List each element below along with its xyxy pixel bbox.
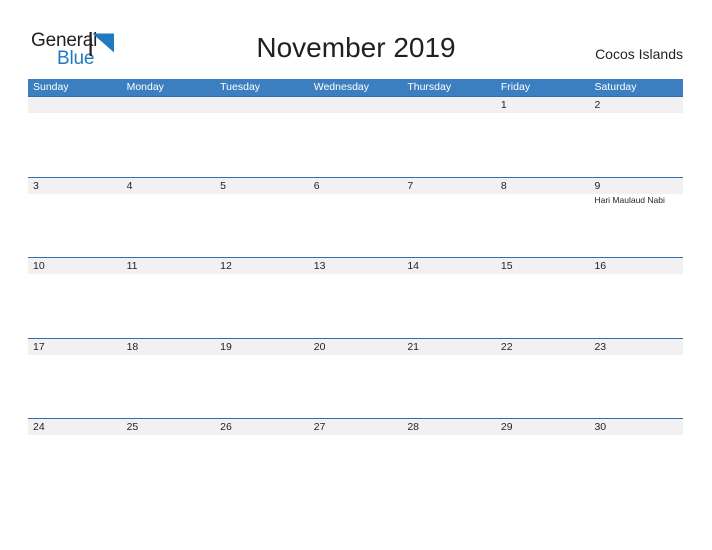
day-cell[interactable] xyxy=(589,113,683,175)
week-number-band: 10 11 12 13 14 15 16 xyxy=(28,258,683,274)
day-number[interactable] xyxy=(215,97,309,113)
dow-wednesday: Wednesday xyxy=(313,81,369,93)
week-event-band xyxy=(28,113,683,175)
day-cell[interactable] xyxy=(496,194,590,256)
day-cell[interactable] xyxy=(122,194,216,256)
day-cell[interactable] xyxy=(309,274,403,336)
day-cell[interactable] xyxy=(402,113,496,175)
day-number[interactable] xyxy=(402,97,496,113)
day-cell[interactable] xyxy=(309,113,403,175)
day-cell[interactable] xyxy=(28,355,122,417)
week-event-band: Hari Maulaud Nabi xyxy=(28,193,683,256)
day-cell[interactable] xyxy=(309,355,403,417)
day-cell[interactable] xyxy=(28,113,122,175)
region-label: Cocos Islands xyxy=(595,46,683,62)
day-cell[interactable] xyxy=(496,435,590,497)
day-cell[interactable] xyxy=(589,435,683,497)
day-number[interactable]: 5 xyxy=(215,178,309,194)
day-number[interactable]: 7 xyxy=(402,178,496,194)
day-cell[interactable] xyxy=(122,355,216,417)
day-event: Hari Maulaud Nabi xyxy=(594,194,665,205)
day-cell[interactable]: Hari Maulaud Nabi xyxy=(589,194,683,256)
calendar-grid: Sunday Monday Tuesday Wednesday Thursday… xyxy=(28,79,683,499)
day-cell[interactable] xyxy=(122,113,216,175)
dow-friday: Friday xyxy=(500,81,531,93)
day-cell[interactable] xyxy=(309,435,403,497)
week-number-band: 17 18 19 20 21 22 23 xyxy=(28,338,683,355)
day-number[interactable]: 8 xyxy=(496,178,590,194)
day-number[interactable]: 21 xyxy=(402,339,496,355)
day-number[interactable]: 9 xyxy=(589,178,683,194)
day-number[interactable]: 30 xyxy=(589,419,683,435)
day-cell[interactable] xyxy=(122,435,216,497)
dow-sunday: Sunday xyxy=(33,81,69,93)
day-cell[interactable] xyxy=(589,355,683,417)
page-header: General Blue November 2019 Cocos Islands xyxy=(0,0,712,78)
day-number[interactable]: 2 xyxy=(589,97,683,113)
day-number[interactable]: 29 xyxy=(496,419,590,435)
dow-tuesday: Tuesday xyxy=(220,81,261,93)
day-cell[interactable] xyxy=(589,274,683,336)
week-row: 10 11 12 13 14 15 16 xyxy=(28,257,683,338)
day-number[interactable]: 6 xyxy=(309,178,403,194)
day-number[interactable]: 22 xyxy=(496,339,590,355)
week-event-band xyxy=(28,435,683,497)
day-number[interactable]: 1 xyxy=(496,97,590,113)
day-number[interactable]: 27 xyxy=(309,419,403,435)
day-cell[interactable] xyxy=(402,274,496,336)
day-number[interactable]: 24 xyxy=(28,419,122,435)
day-number[interactable]: 10 xyxy=(28,258,122,274)
day-cell[interactable] xyxy=(28,435,122,497)
day-number[interactable] xyxy=(122,97,216,113)
day-number[interactable]: 25 xyxy=(122,419,216,435)
day-cell[interactable] xyxy=(215,194,309,256)
dow-saturday: Saturday xyxy=(594,81,637,93)
week-row: 17 18 19 20 21 22 23 xyxy=(28,337,683,419)
day-cell[interactable] xyxy=(402,355,496,417)
day-number[interactable]: 17 xyxy=(28,339,122,355)
day-number[interactable]: 28 xyxy=(402,419,496,435)
week-number-band: 3 4 5 6 7 8 9 xyxy=(28,177,683,194)
day-cell[interactable] xyxy=(496,113,590,175)
week-row: 24 25 26 27 28 29 30 xyxy=(28,418,683,499)
day-cell[interactable] xyxy=(496,355,590,417)
day-number[interactable]: 16 xyxy=(589,258,683,274)
week-number-band: 1 2 xyxy=(28,97,683,113)
day-number[interactable]: 12 xyxy=(215,258,309,274)
day-cell[interactable] xyxy=(122,274,216,336)
day-number[interactable]: 18 xyxy=(122,339,216,355)
day-cell[interactable] xyxy=(215,435,309,497)
day-cell[interactable] xyxy=(402,435,496,497)
day-cell[interactable] xyxy=(496,274,590,336)
day-cell[interactable] xyxy=(215,113,309,175)
day-cell[interactable] xyxy=(215,274,309,336)
day-number[interactable] xyxy=(309,97,403,113)
dow-monday: Monday xyxy=(126,81,164,93)
day-cell[interactable] xyxy=(28,194,122,256)
day-number[interactable]: 19 xyxy=(215,339,309,355)
day-number[interactable]: 23 xyxy=(589,339,683,355)
day-number[interactable]: 14 xyxy=(402,258,496,274)
week-event-band xyxy=(28,354,683,417)
calendar-page: General Blue November 2019 Cocos Islands… xyxy=(0,0,712,550)
day-number[interactable]: 26 xyxy=(215,419,309,435)
day-cell[interactable] xyxy=(28,274,122,336)
week-number-band: 24 25 26 27 28 29 30 xyxy=(28,419,683,435)
day-of-week-header-row: Sunday Monday Tuesday Wednesday Thursday… xyxy=(28,79,683,96)
day-cell[interactable] xyxy=(309,194,403,256)
week-event-band xyxy=(28,274,683,336)
week-row: 3 4 5 6 7 8 9 Hari Maulaud Nabi xyxy=(28,176,683,258)
day-number[interactable]: 3 xyxy=(28,178,122,194)
day-number[interactable]: 15 xyxy=(496,258,590,274)
day-cell[interactable] xyxy=(215,355,309,417)
week-row: 1 2 xyxy=(28,96,683,177)
day-number[interactable]: 20 xyxy=(309,339,403,355)
day-cell[interactable] xyxy=(402,194,496,256)
dow-thursday: Thursday xyxy=(407,81,452,93)
day-number[interactable]: 13 xyxy=(309,258,403,274)
day-number[interactable]: 11 xyxy=(122,258,216,274)
day-number[interactable]: 4 xyxy=(122,178,216,194)
day-number[interactable] xyxy=(28,97,122,113)
